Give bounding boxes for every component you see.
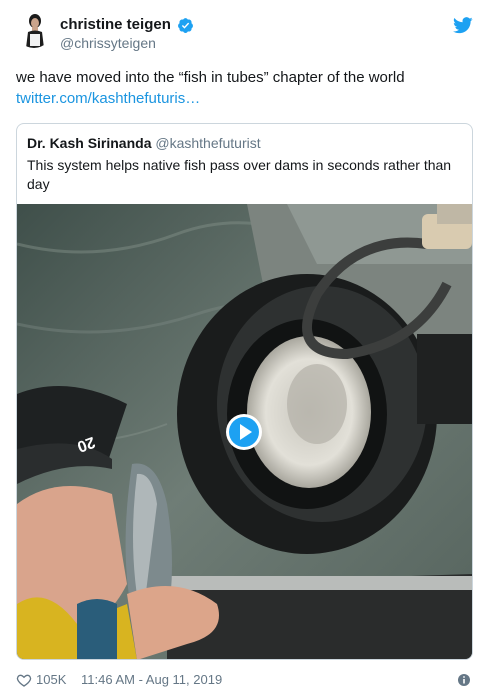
twitter-bird-icon[interactable] [453, 17, 473, 34]
author-display-name[interactable]: christine teigen [60, 16, 171, 34]
quoted-author-display-name[interactable]: Dr. Kash Sirinanda [27, 135, 151, 151]
info-icon[interactable] [457, 673, 471, 687]
play-button[interactable] [225, 413, 263, 451]
tweet-timestamp[interactable]: 11:46 AM - Aug 11, 2019 [81, 671, 222, 689]
quoted-tweet-author: Dr. Kash Sirinanda @kashthefuturist [27, 134, 261, 152]
play-icon[interactable] [225, 413, 263, 451]
tweet-link[interactable]: twitter.com/kashthefuturis… [16, 88, 473, 109]
like-button[interactable]: 105K [16, 671, 66, 689]
user-block[interactable]: christine teigen @chrissyteigen [60, 16, 194, 52]
verified-badge-icon [177, 17, 194, 34]
heart-icon[interactable] [16, 672, 32, 688]
quoted-tweet[interactable]: Dr. Kash Sirinanda @kashthefuturist This… [16, 123, 473, 660]
video-player[interactable]: 20 [17, 204, 472, 659]
quoted-author-handle[interactable]: @kashthefuturist [155, 135, 260, 151]
tweet-header: christine teigen @chrissyteigen [16, 12, 473, 56]
author-handle[interactable]: @chrissyteigen [60, 35, 194, 52]
tweet-text: we have moved into the “fish in tubes” c… [16, 69, 405, 86]
quoted-tweet-text: This system helps native fish pass over … [27, 157, 452, 192]
tweet-footer: 105K 11:46 AM - Aug 11, 2019 [16, 671, 473, 689]
like-count: 105K [36, 672, 67, 687]
tweet-body: we have moved into the “fish in tubes” c… [16, 67, 473, 109]
avatar[interactable] [16, 12, 52, 48]
tweet-card: christine teigen @chrissyteigen we have … [0, 0, 489, 694]
